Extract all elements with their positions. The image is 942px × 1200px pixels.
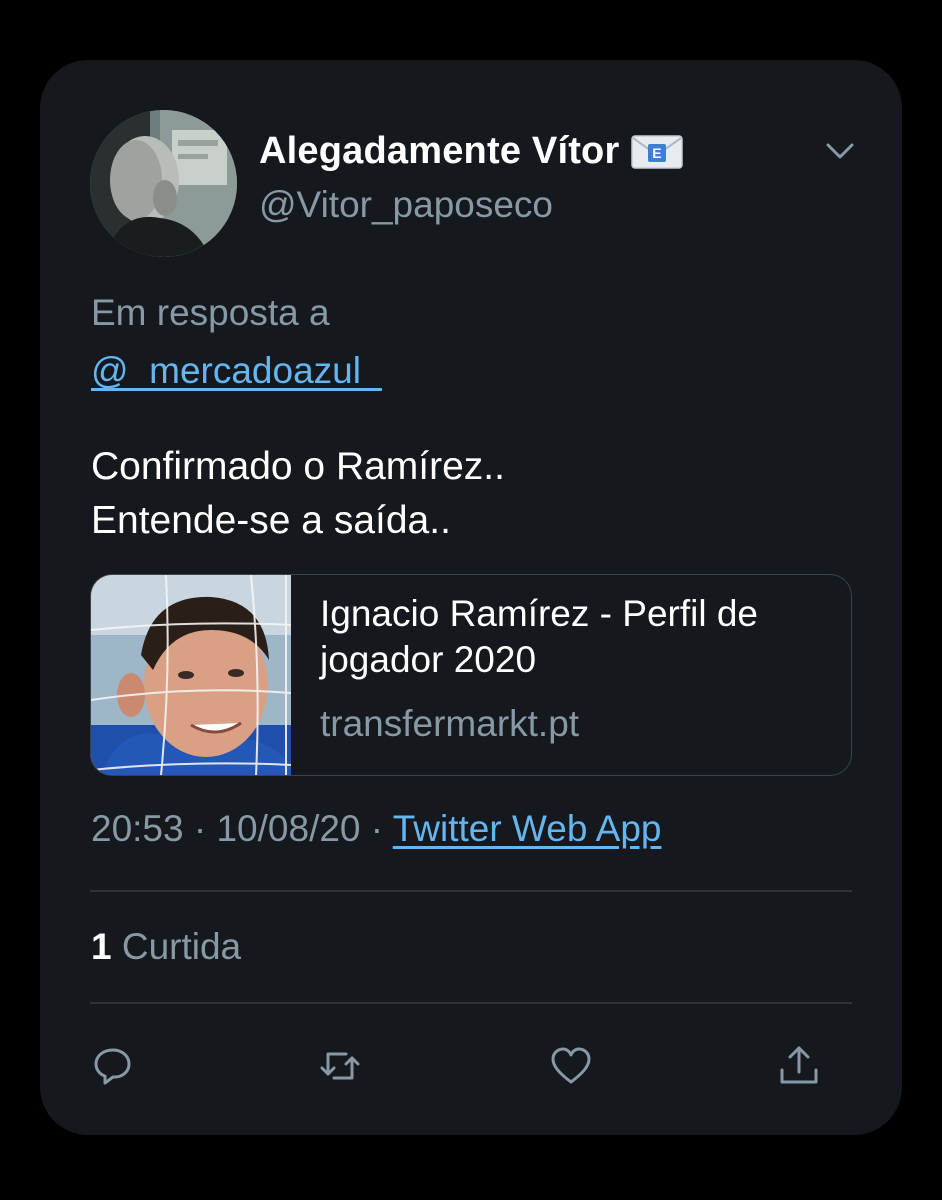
e-mail-envelope-icon: E <box>631 134 684 169</box>
tweet-card: Alegadamente Vítor E @Vitor_paposeco Em … <box>40 60 902 1135</box>
chevron-down-icon[interactable] <box>820 134 860 170</box>
avatar-photo <box>90 110 237 257</box>
tweet-metadata: 20:53 · 10/08/20 · Twitter Web App <box>91 808 661 850</box>
like-heart-icon[interactable] <box>549 1044 593 1088</box>
tweet-source-link[interactable]: Twitter Web App <box>393 808 662 849</box>
reply-icon[interactable] <box>91 1044 135 1088</box>
player-photo <box>91 575 291 775</box>
author-display-name[interactable]: Alegadamente Vítor E <box>259 130 684 173</box>
likes-count: 1 <box>91 926 112 967</box>
link-preview-card[interactable]: Ignacio Ramírez - Perfil de jogador 2020… <box>90 574 852 776</box>
link-preview-title: Ignacio Ramírez - Perfil de jogador 2020 <box>320 593 759 680</box>
reply-to-mention-link[interactable]: @_mercadoazul_ <box>91 350 382 392</box>
link-preview-domain: transfermarkt.pt <box>320 703 580 744</box>
meta-separator: · <box>370 808 384 849</box>
likes-label: Curtida <box>121 926 242 967</box>
author-name-text: Alegadamente Vítor <box>259 130 620 172</box>
tweet-text-line: Confirmado o Ramírez.. <box>91 445 505 488</box>
retweet-icon[interactable] <box>318 1044 362 1088</box>
link-preview-thumbnail <box>91 575 291 775</box>
divider <box>90 1002 852 1004</box>
share-icon[interactable] <box>777 1044 821 1088</box>
author-handle[interactable]: @Vitor_paposeco <box>259 184 553 226</box>
tweet-text-line: Entende-se a saída.. <box>91 499 451 542</box>
tweet-time: 20:53 <box>91 808 184 849</box>
tweet-body: Confirmado o Ramírez.. Entende-se a saíd… <box>91 440 505 548</box>
divider <box>90 890 852 892</box>
likes-stat[interactable]: 1 Curtida <box>91 926 241 968</box>
tweet-date: 10/08/20 <box>216 808 361 849</box>
meta-separator: · <box>193 808 207 849</box>
svg-text:E: E <box>653 145 663 161</box>
author-avatar[interactable] <box>90 110 237 257</box>
reply-context-label: Em resposta a <box>91 292 330 333</box>
